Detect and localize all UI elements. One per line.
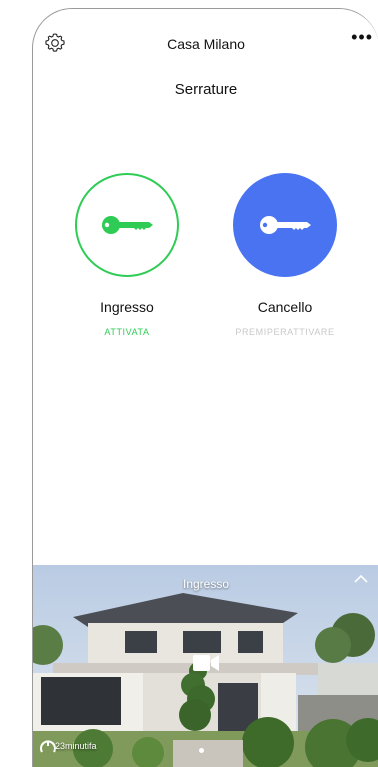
page-indicator-dot <box>199 748 204 753</box>
chevron-up-icon[interactable] <box>353 571 369 587</box>
camera-preview[interactable]: Ingresso 23minutifa <box>33 565 378 767</box>
lock-name: Cancello <box>257 299 313 315</box>
top-bar: Casa Milano ••• <box>33 27 378 57</box>
lock-status: ATTIVATA <box>104 327 150 337</box>
lock-button-ingresso[interactable] <box>75 173 179 277</box>
camera-timestamp: 23minutifa <box>55 741 97 751</box>
lock-ingresso[interactable]: Ingresso ATTIVATA <box>62 173 192 337</box>
camera-title: Ingresso <box>182 577 230 591</box>
key-icon <box>260 216 311 234</box>
video-camera-icon[interactable] <box>193 654 219 672</box>
lock-cancello[interactable]: Cancello PREMIPERATTIVARE <box>220 173 350 337</box>
app-title: Casa Milano <box>167 36 245 52</box>
lock-name: Ingresso <box>100 299 154 315</box>
more-icon[interactable]: ••• <box>351 27 373 48</box>
lock-button-cancello[interactable] <box>233 173 337 277</box>
lock-status: PREMIPERATTIVARE <box>235 327 335 337</box>
key-icon <box>102 216 153 234</box>
section-title: Serrature <box>174 81 238 98</box>
phone-screen: Casa Milano ••• Serrature Ingresso ATTIV… <box>32 8 378 767</box>
